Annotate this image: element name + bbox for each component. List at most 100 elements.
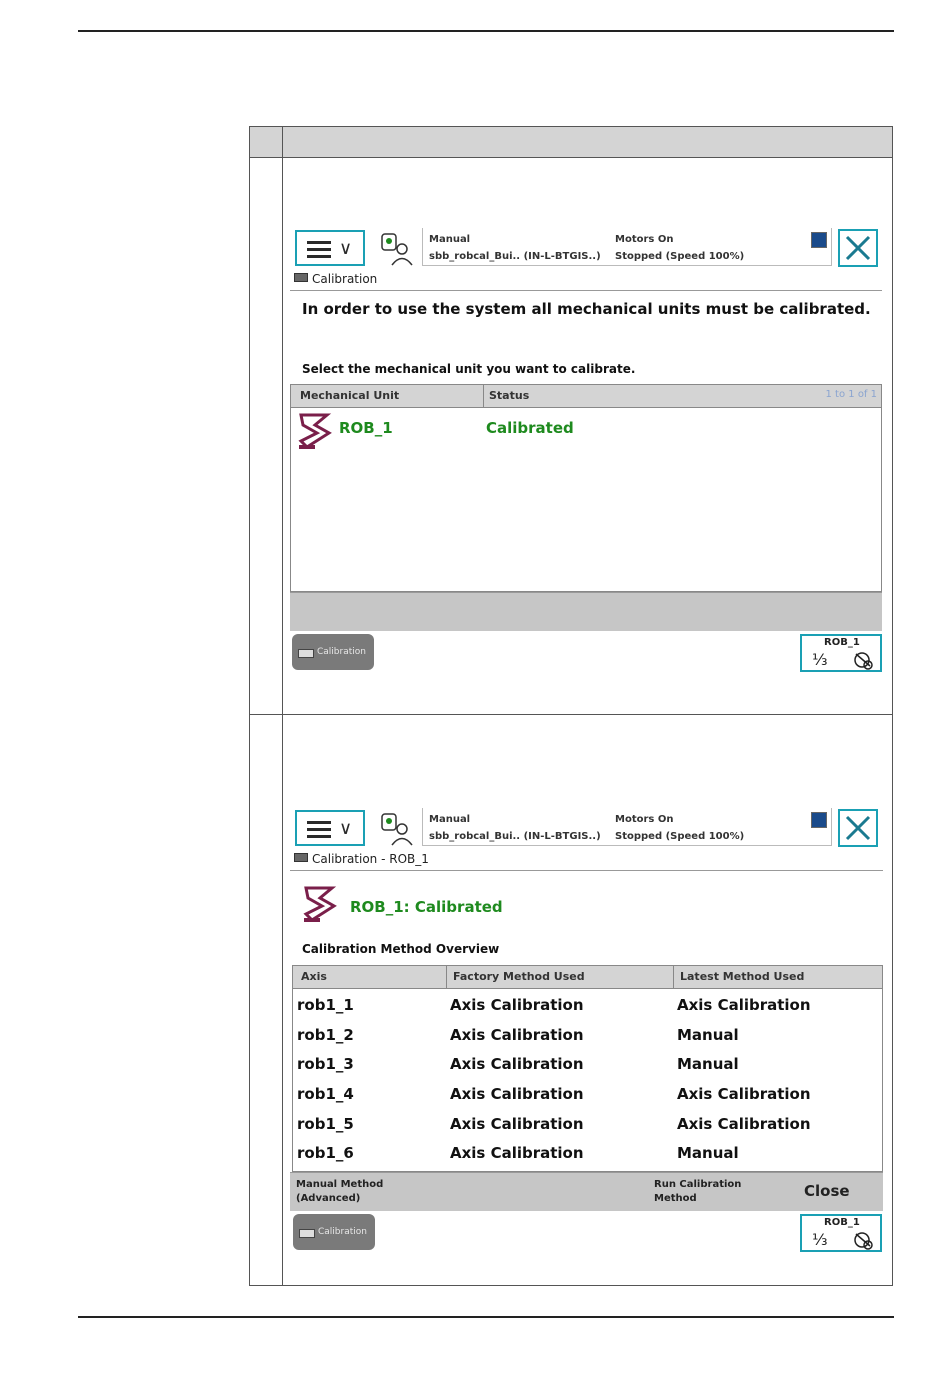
axis-cell: rob1_2 <box>297 1026 354 1044</box>
calibration-icon <box>299 1229 315 1238</box>
factory-method-cell: Axis Calibration <box>450 996 584 1014</box>
factory-method-cell: Axis Calibration <box>450 1055 584 1073</box>
app-title: Calibration <box>294 272 377 286</box>
manual-method-label-line1: Manual Method <box>296 1179 384 1190</box>
factory-method-cell: Axis Calibration <box>450 1115 584 1133</box>
axis-cell: rob1_4 <box>297 1085 354 1103</box>
latest-method-cell: Manual <box>677 1144 739 1162</box>
flexpendant-screen-unit-selection: ∨ Manual sbb_robcal_Bui.. (IN-L-BTGIS..)… <box>290 226 882 674</box>
table-header: Axis Factory Method Used Latest Method U… <box>293 966 882 989</box>
calibration-icon <box>298 649 314 658</box>
status-bar[interactable]: Manual sbb_robcal_Bui.. (IN-L-BTGIS..) M… <box>422 228 832 266</box>
latest-method-cell: Axis Calibration <box>677 1085 811 1103</box>
event-log-icon[interactable] <box>811 812 827 828</box>
top-bar: ∨ Manual sbb_robcal_Bui.. (IN-L-BTGIS..)… <box>290 806 883 850</box>
hamburger-icon <box>307 821 331 838</box>
quickset-operator-icon[interactable] <box>380 232 414 266</box>
list-item[interactable]: ROB_1 Calibrated <box>291 409 881 453</box>
app-title-label: Calibration <box>312 272 378 286</box>
app-title-label: Calibration - ROB_1 <box>312 852 429 866</box>
factory-method-cell: Axis Calibration <box>450 1026 584 1044</box>
mechanical-unit-list: Mechanical Unit Status 1 to 1 of 1 ROB_1… <box>290 384 882 592</box>
quickset-operator-icon[interactable] <box>380 812 414 846</box>
overview-label: Calibration Method Overview <box>302 942 500 956</box>
robot-icon <box>298 413 332 449</box>
quickset-robot-button[interactable]: ROB_1 ⅓ <box>800 1214 882 1252</box>
table-row[interactable]: rob1_6 Axis Calibration Manual <box>293 1138 882 1168</box>
close-icon <box>845 235 871 261</box>
list-header: Mechanical Unit Status 1 to 1 of 1 <box>291 385 881 408</box>
procedure-table-column-divider <box>282 127 283 1285</box>
chevron-down-icon: ∨ <box>339 238 353 259</box>
status-bar[interactable]: Manual sbb_robcal_Bui.. (IN-L-BTGIS..) M… <box>422 808 832 846</box>
latest-method-cell: Axis Calibration <box>677 996 811 1014</box>
operating-mode: Manual <box>429 814 471 825</box>
top-bar: ∨ Manual sbb_robcal_Bui.. (IN-L-BTGIS..)… <box>290 226 882 270</box>
command-bar: Manual Method (Advanced) Run Calibration… <box>290 1172 883 1211</box>
robot-label: ROB_1 <box>824 1217 860 1228</box>
select-unit-instruction: Select the mechanical unit you want to c… <box>302 362 636 376</box>
column-separator <box>483 385 484 407</box>
table-row[interactable]: rob1_3 Axis Calibration Manual <box>293 1049 882 1079</box>
column-header-unit[interactable]: Mechanical Unit <box>300 389 399 402</box>
program-state: Stopped (Speed 100%) <box>615 251 745 262</box>
system-name: sbb_robcal_Bui.. (IN-L-BTGIS..) <box>429 831 601 842</box>
column-header-latest[interactable]: Latest Method Used <box>680 970 804 983</box>
close-icon <box>845 815 871 841</box>
page-top-rule <box>78 30 894 32</box>
table-row[interactable]: rob1_1 Axis Calibration Axis Calibration <box>293 990 882 1020</box>
column-header-status[interactable]: Status <box>489 389 529 402</box>
calibration-app-icon <box>294 853 308 862</box>
factory-method-cell: Axis Calibration <box>450 1085 584 1103</box>
close-button[interactable]: Close <box>804 1182 850 1200</box>
chevron-down-icon: ∨ <box>339 818 353 839</box>
calibration-app-icon <box>294 273 308 282</box>
main-menu-button[interactable]: ∨ <box>295 810 365 846</box>
run-calibration-label-line1: Run Calibration <box>654 1179 742 1190</box>
unit-calibration-heading: ROB_1: Calibrated <box>350 898 503 916</box>
command-bar <box>290 592 882 631</box>
table-row[interactable]: rob1_4 Axis Calibration Axis Calibration <box>293 1079 882 1109</box>
system-name: sbb_robcal_Bui.. (IN-L-BTGIS..) <box>429 251 601 262</box>
axis-cell: rob1_1 <box>297 996 354 1014</box>
robot-speed-icon <box>854 1232 873 1250</box>
close-app-button[interactable] <box>838 229 878 267</box>
taskbar-calibration-label: Calibration <box>317 647 366 657</box>
latest-method-cell: Manual <box>677 1055 739 1073</box>
robot-speed-icon <box>854 652 873 670</box>
column-separator <box>446 966 447 988</box>
event-log-icon[interactable] <box>811 232 827 248</box>
table-row[interactable]: rob1_2 Axis Calibration Manual <box>293 1020 882 1050</box>
axis-cell: rob1_6 <box>297 1144 354 1162</box>
paging-indicator: 1 to 1 of 1 <box>825 389 877 400</box>
factory-method-cell: Axis Calibration <box>450 1144 584 1162</box>
motor-state: Motors On <box>615 814 674 825</box>
main-menu-button[interactable]: ∨ <box>295 230 365 266</box>
calibration-method-table: Axis Factory Method Used Latest Method U… <box>292 965 883 1172</box>
unit-name: ROB_1 <box>339 419 393 437</box>
quickset-robot-button[interactable]: ROB_1 ⅓ <box>800 634 882 672</box>
column-header-factory[interactable]: Factory Method Used <box>453 970 585 983</box>
taskbar-calibration-button[interactable]: Calibration <box>293 1214 375 1250</box>
page-bottom-rule <box>78 1316 894 1318</box>
taskbar-calibration-button[interactable]: Calibration <box>292 634 374 670</box>
axis-cell: rob1_3 <box>297 1055 354 1073</box>
title-divider <box>290 870 883 871</box>
robot-icon <box>303 886 337 922</box>
run-calibration-label-line2: Method <box>654 1193 697 1204</box>
calibration-required-message: In order to use the system all mechanica… <box>302 300 871 318</box>
close-app-button[interactable] <box>838 809 878 847</box>
taskbar-calibration-label: Calibration <box>318 1227 367 1237</box>
column-header-axis[interactable]: Axis <box>301 970 327 983</box>
latest-method-cell: Axis Calibration <box>677 1115 811 1133</box>
title-divider <box>290 290 882 291</box>
run-calibration-method-button[interactable]: Run Calibration Method <box>654 1178 741 1206</box>
column-separator <box>673 966 674 988</box>
manual-method-label-line2: (Advanced) <box>296 1193 361 1204</box>
procedure-table-header <box>250 127 892 158</box>
motor-state: Motors On <box>615 234 674 245</box>
increment-icon: ⅓ <box>812 1230 828 1249</box>
program-state: Stopped (Speed 100%) <box>615 831 745 842</box>
table-row[interactable]: rob1_5 Axis Calibration Axis Calibration <box>293 1109 882 1139</box>
manual-method-button[interactable]: Manual Method (Advanced) <box>296 1178 383 1206</box>
